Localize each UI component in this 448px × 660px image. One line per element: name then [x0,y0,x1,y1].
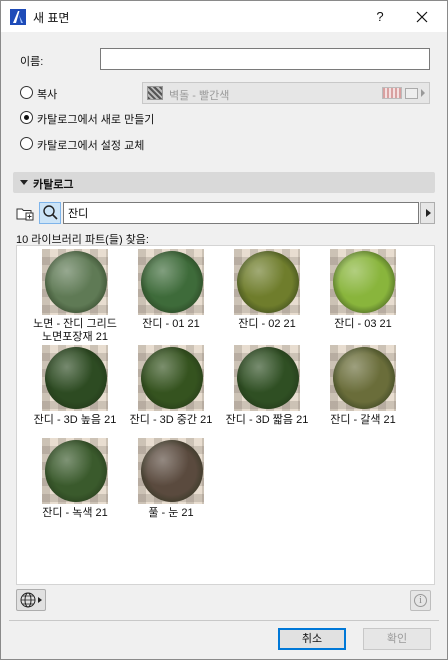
close-icon [416,11,428,23]
ok-button[interactable]: 확인 [363,628,431,650]
replace-settings-radio[interactable] [20,137,33,150]
info-icon: i [414,594,427,607]
catalog-results-grid[interactable]: 노면 - 잔디 그리드 노면포장재 21 잔디 - 01 21 잔디 - 02 21… [16,245,435,585]
catalog-item[interactable]: 잔디 - 01 21 [123,249,219,331]
language-button[interactable] [16,589,46,611]
material-sphere [333,347,395,409]
material-thumbnail [234,345,300,411]
footer-divider [9,620,439,621]
catalog-item[interactable]: 잔디 - 3D 짧음 21 [219,345,315,427]
texture-preview-icon [382,87,402,99]
catalog-item[interactable]: 잔디 - 갈색 21 [315,345,411,427]
catalog-item-label: 잔디 - 3D 중간 21 [129,414,213,426]
catalog-item[interactable]: 풀 - 눈 21 [123,438,219,520]
material-thumbnail [138,249,204,315]
brick-swatch-icon [147,86,163,100]
duplicate-source-field: 벽돌 - 빨간색 [142,82,430,104]
dropdown-arrow-icon [421,89,425,97]
search-button[interactable] [39,202,61,224]
catalog-item[interactable]: 노면 - 잔디 그리드 노면포장재 21 [27,249,123,344]
info-button[interactable]: i [410,590,431,611]
search-options-button[interactable] [420,202,435,224]
material-thumbnail [138,438,204,504]
collapse-caret-icon [20,180,28,185]
material-sphere [333,251,395,313]
duplicate-radio[interactable] [20,86,33,99]
catalog-item-label: 풀 - 눈 21 [148,507,194,519]
globe-icon [20,592,42,608]
material-thumbnail [42,345,108,411]
close-button[interactable] [399,1,445,32]
catalog-item-label: 잔디 - 03 21 [334,318,392,330]
material-thumbnail [42,249,108,315]
catalog-item[interactable]: 잔디 - 3D 높음 21 [27,345,123,427]
catalog-item-label: 노면 - 잔디 그리드 노면포장재 21 [33,318,117,343]
create-new-radio[interactable] [20,111,33,124]
material-sphere [45,251,107,313]
material-thumbnail [330,345,396,411]
catalog-title: 카탈로그 [33,179,74,191]
material-sphere [237,347,299,409]
create-new-label: 카탈로그에서 새로 만들기 [37,114,155,126]
catalog-item[interactable]: 잔디 - 03 21 [315,249,411,331]
material-sphere [45,440,107,502]
material-thumbnail [330,249,396,315]
material-sphere [45,347,107,409]
name-label: 이름: [20,56,44,68]
help-button[interactable]: ? [363,1,397,32]
material-sphere [141,251,203,313]
image-icon [405,87,418,99]
name-input[interactable] [100,48,430,70]
catalog-item[interactable]: 잔디 - 3D 중간 21 [123,345,219,427]
catalog-item-label: 잔디 - 갈색 21 [330,414,396,426]
new-surface-dialog: 새 표면 ? 이름: 복사 벽돌 - 빨간색 카탈로그에서 새로 만들기 카탈로… [0,0,448,660]
material-sphere [141,440,203,502]
catalog-item[interactable]: 잔디 - 녹색 21 [27,438,123,520]
window-title: 새 표면 [33,11,70,25]
search-icon [43,205,58,220]
material-thumbnail [234,249,300,315]
catalog-item[interactable]: 잔디 - 02 21 [219,249,315,331]
material-thumbnail [138,345,204,411]
duplicate-label: 복사 [37,89,58,101]
cancel-button[interactable]: 취소 [278,628,346,650]
archicad-app-icon [10,9,26,25]
search-input[interactable] [63,202,419,224]
title-bar: 새 표면 ? [1,1,447,32]
catalog-item-label: 잔디 - 3D 짧음 21 [225,414,309,426]
material-sphere [141,347,203,409]
catalog-section-header[interactable]: 카탈로그 [13,172,435,193]
material-sphere [237,251,299,313]
replace-settings-label: 카탈로그에서 설정 교체 [37,140,145,152]
duplicate-source-text: 벽돌 - 빨간색 [169,90,230,102]
catalog-item-label: 잔디 - 3D 높음 21 [33,414,117,426]
catalog-item-label: 잔디 - 녹색 21 [42,507,108,519]
material-thumbnail [42,438,108,504]
catalog-item-label: 잔디 - 01 21 [142,318,200,330]
catalog-item-label: 잔디 - 02 21 [238,318,296,330]
browse-folder-icon[interactable] [15,203,35,223]
